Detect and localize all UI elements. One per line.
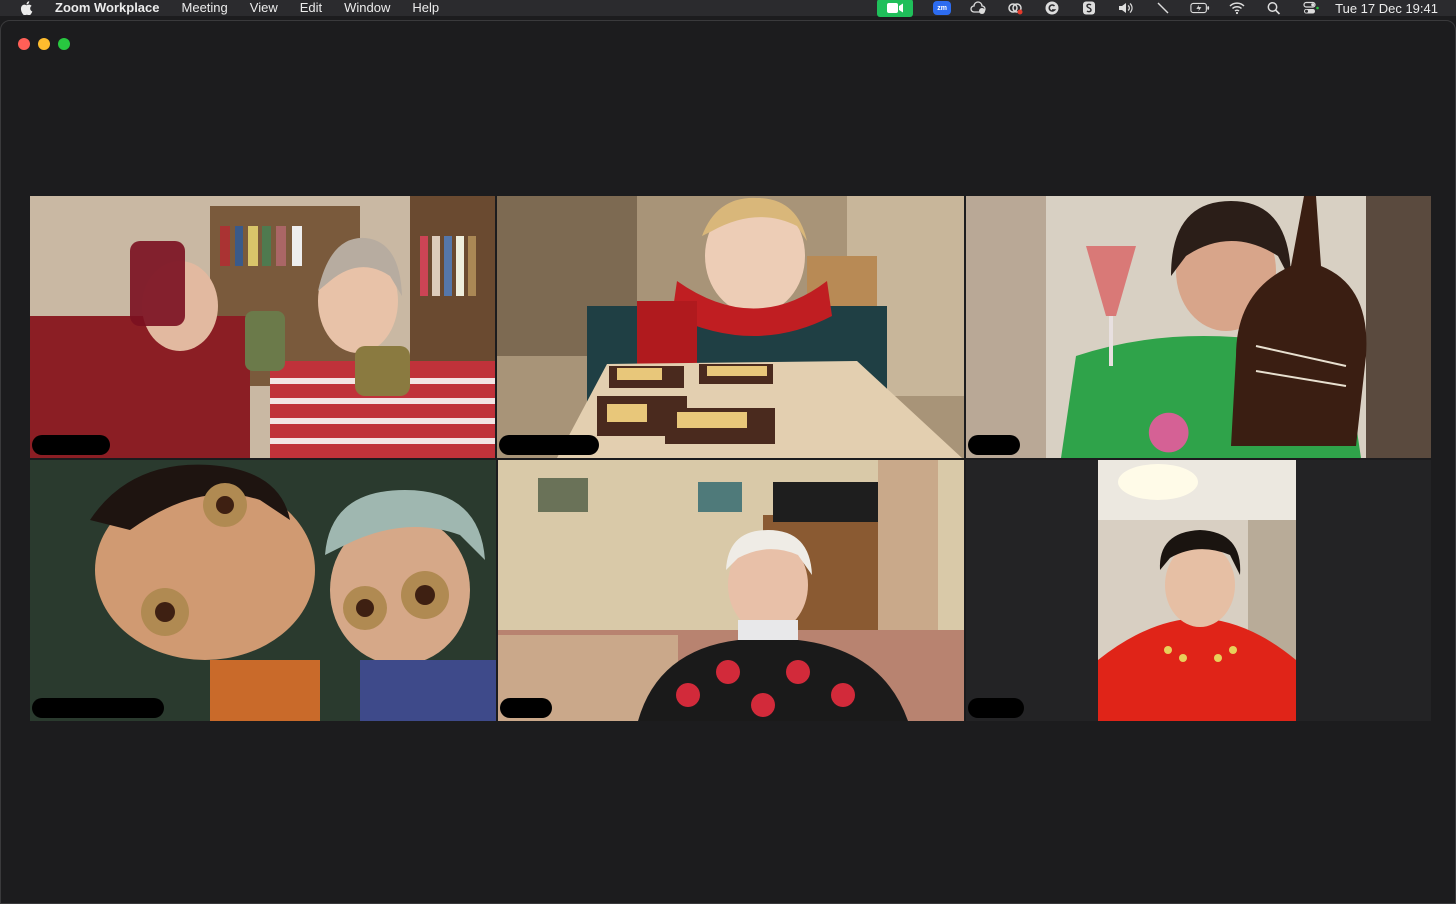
- video-tile-1[interactable]: [30, 196, 495, 458]
- participant-name-label: [499, 435, 599, 455]
- participant-video-5: [498, 460, 964, 721]
- menu-help[interactable]: Help: [412, 0, 439, 16]
- volume-icon[interactable]: [1116, 0, 1136, 16]
- skype-icon[interactable]: [1079, 0, 1099, 16]
- control-center-icon[interactable]: [1301, 0, 1321, 16]
- battery-charging-icon[interactable]: [1190, 0, 1210, 16]
- participant-name-label: [32, 698, 164, 718]
- menu-meeting[interactable]: Meeting: [182, 0, 228, 16]
- svg-text:●: ●: [1146, 399, 1191, 458]
- grammarly-icon[interactable]: [1042, 0, 1062, 16]
- video-tile-6[interactable]: [966, 460, 1431, 721]
- participant-video-3: ●: [966, 196, 1431, 458]
- zoom-app-icon[interactable]: zm: [933, 1, 952, 15]
- participant-name-label: [32, 435, 110, 455]
- wifi-icon[interactable]: [1227, 0, 1247, 16]
- menu-window[interactable]: Window: [344, 0, 390, 16]
- video-tile-2-active-speaker[interactable]: [497, 196, 964, 458]
- menu-edit[interactable]: Edit: [300, 0, 322, 16]
- video-tile-5[interactable]: [498, 460, 964, 721]
- video-tile-3[interactable]: ●: [966, 196, 1431, 458]
- minimize-window-button[interactable]: [38, 38, 50, 50]
- menu-view[interactable]: View: [250, 0, 278, 16]
- participant-video-2: [497, 196, 964, 458]
- menu-bar-clock[interactable]: Tue 17 Dec 19:41: [1335, 1, 1438, 16]
- search-icon[interactable]: [1264, 0, 1284, 16]
- apple-logo-icon[interactable]: [20, 1, 33, 15]
- participant-name-label: [968, 435, 1020, 455]
- zoom-camera-status-icon[interactable]: [877, 0, 914, 17]
- video-tile-4[interactable]: [30, 460, 496, 721]
- menu-app-name[interactable]: Zoom Workplace: [55, 0, 160, 16]
- close-window-button[interactable]: [18, 38, 30, 50]
- cloud-sync-icon[interactable]: [968, 0, 988, 16]
- participant-name-label: [968, 698, 1024, 718]
- window-controls: [18, 38, 70, 50]
- participant-video-4: [30, 460, 496, 721]
- participant-video-1: [30, 196, 495, 458]
- menu-bar: Zoom Workplace Meeting View Edit Window …: [0, 0, 1456, 17]
- status-area: zm Tue 17 Dec 19:41: [877, 0, 1438, 17]
- creative-cloud-icon[interactable]: [1005, 0, 1025, 16]
- participant-name-label: [500, 698, 552, 718]
- fullscreen-window-button[interactable]: [58, 38, 70, 50]
- participant-video-6: [1098, 460, 1296, 721]
- bluetooth-off-icon[interactable]: [1153, 0, 1173, 16]
